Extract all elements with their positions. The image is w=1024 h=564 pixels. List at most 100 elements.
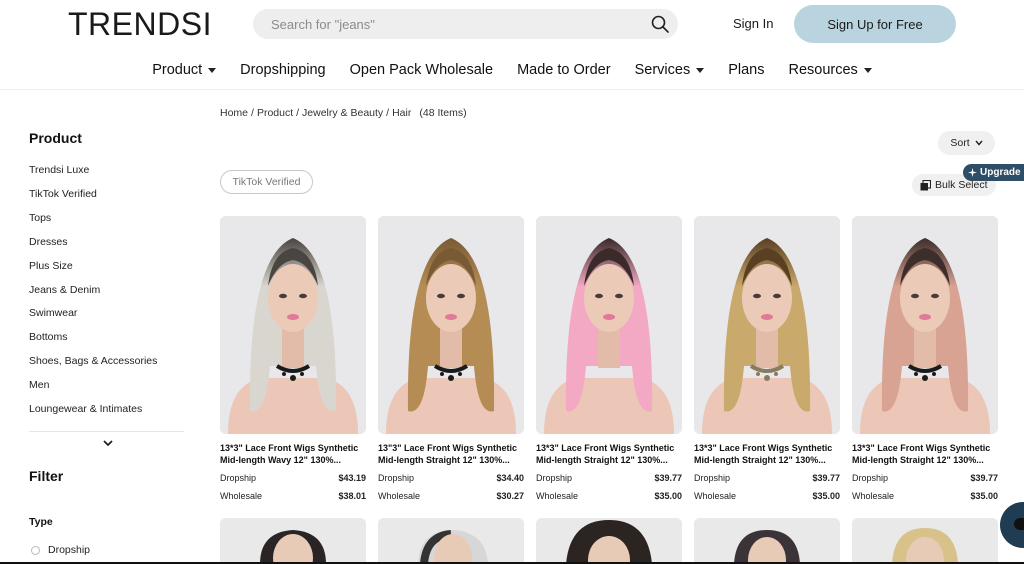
product-photo [220, 518, 366, 564]
sidebar-item-trendsi-luxe[interactable]: Trendsi Luxe [29, 164, 89, 176]
wholesale-price: $35.00 [812, 491, 840, 501]
nav-item-label: Product [152, 62, 203, 78]
sort-button[interactable]: Sort [938, 131, 995, 155]
caret-down-icon [863, 67, 872, 73]
chat-widget-button[interactable] [1000, 502, 1024, 548]
nav-item-product[interactable]: Product [152, 58, 217, 82]
copy-icon [920, 179, 931, 190]
product-photo [536, 518, 682, 564]
upgrade-label: Upgrade [980, 167, 1021, 178]
product-title[interactable]: 13*3" Lace Front Wigs Synthetic Mid-leng… [220, 442, 370, 466]
dropship-label: Dropship [852, 473, 889, 483]
sidebar-item-jeans-denim[interactable]: Jeans & Denim [29, 284, 100, 296]
sign-up-button[interactable]: Sign Up for Free [794, 5, 956, 43]
product-image[interactable] [694, 518, 840, 564]
breadcrumb-product[interactable]: Product [257, 107, 293, 119]
nav-item-resources[interactable]: Resources [788, 58, 872, 82]
dropship-price: $39.77 [970, 473, 998, 483]
product-photo [694, 216, 840, 434]
product-image[interactable] [378, 518, 524, 564]
product-image[interactable] [852, 518, 998, 564]
tiktok-verified-chip[interactable]: TikTok Verified [220, 170, 313, 194]
product-image[interactable] [852, 216, 998, 434]
wholesale-label: Wholesale [536, 491, 579, 501]
dropship-label: Dropship [378, 473, 415, 483]
sidebar-item-loungewear-intimates[interactable]: Loungewear & Intimates [29, 403, 142, 415]
sparkle-icon [968, 168, 977, 177]
wholesale-label: Wholesale [378, 491, 421, 501]
product-image[interactable] [220, 518, 366, 564]
nav-item-label: Dropshipping [240, 62, 326, 78]
nav-item-plans[interactable]: Plans [728, 58, 764, 82]
upgrade-badge[interactable]: Upgrade [963, 164, 1024, 181]
dropship-label: Dropship [536, 473, 573, 483]
breadcrumb-hair[interactable]: Hair [392, 107, 411, 119]
dropship-price: $39.77 [812, 473, 840, 483]
product-image[interactable] [220, 216, 366, 434]
product-image[interactable] [378, 216, 524, 434]
caret-down-icon [696, 67, 705, 73]
product-photo [378, 518, 524, 564]
caret-down-icon [208, 67, 217, 73]
dropship-price: $43.19 [338, 473, 366, 483]
sidebar-title: Product [29, 130, 82, 146]
product-image[interactable] [536, 216, 682, 434]
dropship-radio-label: Dropship [48, 544, 91, 556]
nav-item-dropshipping[interactable]: Dropshipping [240, 58, 325, 82]
chevron-down-icon[interactable] [102, 438, 114, 448]
sidebar-item-dresses[interactable]: Dresses [29, 236, 68, 248]
filter-title: Filter [29, 468, 64, 484]
trendsi-logo[interactable]: TRENDSI [68, 6, 212, 42]
nav-item-label: Made to Order [517, 62, 611, 78]
dropship-radio[interactable] [31, 546, 40, 555]
nav-item-open-pack-wholesale[interactable]: Open Pack Wholesale [350, 58, 493, 82]
sidebar-item-tops[interactable]: Tops [29, 212, 51, 224]
sidebar-item-tiktok-verified[interactable]: TikTok Verified [29, 188, 97, 200]
site-header: TRENDSI Sign In Sign Up for Free Product… [0, 0, 1024, 90]
dropship-price: $39.77 [654, 473, 682, 483]
type-filter-title: Type [29, 516, 53, 528]
sidebar-item-plus-size[interactable]: Plus Size [29, 260, 73, 272]
sidebar-divider [29, 431, 184, 432]
nav-item-services[interactable]: Services [635, 58, 705, 82]
nav-item-label: Services [634, 62, 691, 78]
breadcrumb-jewelry-beauty[interactable]: Jewelry & Beauty [302, 107, 383, 119]
sidebar-item-men[interactable]: Men [29, 379, 49, 391]
wholesale-price: $35.00 [654, 491, 682, 501]
product-photo [220, 216, 366, 434]
sidebar-item-bottoms[interactable]: Bottoms [29, 331, 68, 343]
product-photo [852, 216, 998, 434]
product-image[interactable] [694, 216, 840, 434]
search-icon[interactable] [650, 14, 670, 34]
nav-item-made-to-order[interactable]: Made to Order [517, 58, 611, 82]
nav-item-label: Open Pack Wholesale [349, 62, 494, 78]
product-title[interactable]: 13"3" Lace Front Wigs Synthetic Mid-leng… [378, 442, 528, 466]
product-title[interactable]: 13*3" Lace Front Wigs Synthetic Mid-leng… [536, 442, 686, 466]
main-nav: Product Dropshipping Open Pack Wholesale Ma… [0, 58, 1024, 82]
sidebar-item-shoes-bags-accessories[interactable]: Shoes, Bags & Accessories [29, 355, 157, 367]
product-title[interactable]: 13*3" Lace Front Wigs Synthetic Mid-leng… [852, 442, 1002, 466]
sidebar-item-swimwear[interactable]: Swimwear [29, 307, 77, 319]
product-title[interactable]: 13*3" Lace Front Wigs Synthetic Mid-leng… [694, 442, 844, 466]
wholesale-price: $38.01 [338, 491, 366, 501]
dropship-label: Dropship [694, 473, 731, 483]
sign-in-link[interactable]: Sign In [733, 16, 773, 31]
wholesale-price: $30.27 [496, 491, 524, 501]
dropship-price: $34.40 [496, 473, 524, 483]
wholesale-price: $35.00 [970, 491, 998, 501]
product-photo [536, 216, 682, 434]
chevron-down-icon [975, 140, 983, 146]
nav-item-label: Plans [728, 62, 765, 78]
wholesale-label: Wholesale [220, 491, 263, 501]
product-image[interactable] [536, 518, 682, 564]
product-photo [378, 216, 524, 434]
product-photo [694, 518, 840, 564]
search-bar[interactable] [253, 9, 678, 39]
item-count: (48 Items) [419, 107, 467, 119]
product-photo [852, 518, 998, 564]
search-input[interactable] [271, 9, 641, 39]
sort-label: Sort [950, 137, 970, 149]
breadcrumb: Home / Product / Jewelry & Beauty / Hair (48 It… [220, 107, 467, 119]
dropship-label: Dropship [220, 473, 257, 483]
breadcrumb-home[interactable]: Home [220, 107, 248, 119]
